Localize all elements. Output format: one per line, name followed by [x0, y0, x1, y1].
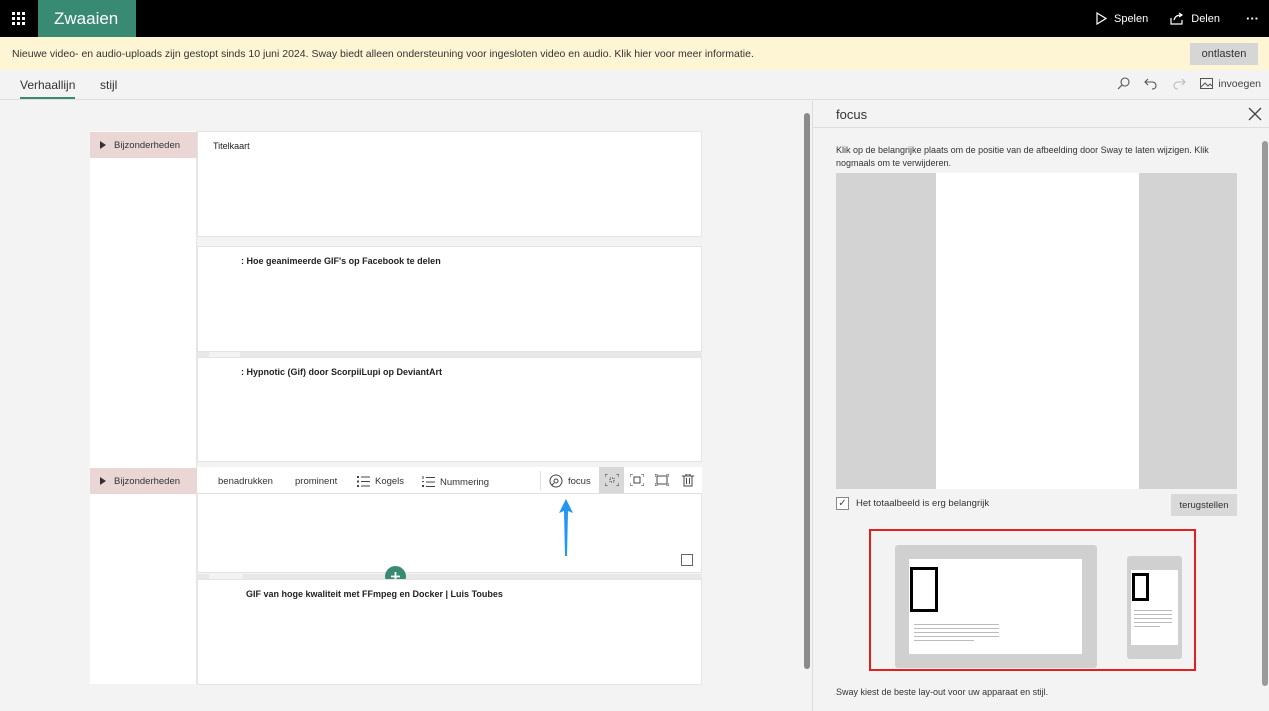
preview-image-frame: [910, 567, 938, 612]
embed-card-1-title: : Hoe geanimeerde GIF's op Facebook te d…: [241, 256, 441, 266]
section-heading-label: Bijzonderheden: [114, 475, 181, 487]
card-select-checkbox[interactable]: [681, 554, 693, 566]
whole-image-label: Het totaalbeeld is erg belangrijk: [856, 498, 990, 509]
trash-icon: [681, 473, 694, 486]
crop-focus-button[interactable]: [599, 467, 624, 493]
fit-button[interactable]: [624, 467, 649, 493]
arrow-annotation: [559, 499, 573, 556]
panel-header: focus: [813, 101, 1269, 128]
fit-icon: [629, 474, 644, 486]
card-left-column: [90, 131, 197, 684]
layout-preview: [869, 529, 1196, 671]
share-icon: [1170, 12, 1184, 25]
search-icon[interactable]: [1117, 77, 1130, 90]
numbered-list-icon: [422, 476, 435, 487]
title-card[interactable]: Titelkaart: [197, 131, 702, 237]
storyline-scrollbar[interactable]: [804, 113, 810, 669]
delete-button[interactable]: [675, 467, 700, 493]
focus-image[interactable]: [936, 173, 1139, 489]
numbering-label: Nummering: [440, 476, 490, 488]
expand-triangle-icon[interactable]: [100, 141, 106, 149]
image-icon: [1200, 78, 1214, 89]
numbering-button[interactable]: Nummering: [422, 476, 489, 488]
image-card[interactable]: [197, 494, 702, 573]
focus-panel: focus Klik op de belangrijke plaats om d…: [812, 101, 1269, 711]
play-button[interactable]: Spelen: [1096, 12, 1148, 25]
whole-image-important-option[interactable]: ✓ Het totaalbeeld is erg belangrijk: [836, 497, 989, 510]
storyline-canvas: Bijzonderheden Titelkaart : Hoe geanimee…: [0, 101, 812, 711]
whole-image-checkbox[interactable]: ✓: [836, 497, 849, 510]
card-toolbar: benadrukken prominent Kogels Nummering f…: [197, 467, 702, 494]
panel-title: focus: [836, 107, 868, 122]
section-heading-2[interactable]: Bijzonderheden: [90, 468, 197, 494]
focus-image-area[interactable]: [836, 173, 1237, 489]
focus-label: focus: [568, 475, 591, 487]
tab-bar: Verhaallijn stijl invoegen: [0, 70, 1269, 100]
insert-label: invoegen: [1218, 77, 1261, 90]
expand-triangle-icon[interactable]: [100, 477, 106, 485]
bullets-label: Kogels: [375, 476, 405, 487]
title-card-label: Titelkaart: [213, 141, 250, 151]
crop-icon: [604, 474, 619, 486]
desktop-preview: [895, 545, 1097, 668]
app-name[interactable]: Zwaaien: [38, 0, 136, 37]
top-bar: Zwaaien Spelen Delen ···: [0, 0, 1269, 37]
focus-icon: [549, 474, 563, 488]
banner-message[interactable]: Nieuwe video- en audio-uploads zijn gest…: [12, 48, 754, 60]
fill-button[interactable]: [649, 467, 674, 493]
embed-card-2-title: : Hypnotic (Gif) door ScorpiiLupi op Dev…: [241, 367, 442, 377]
dismiss-button[interactable]: ontlasten: [1190, 43, 1258, 65]
preview-image-frame: [1132, 573, 1149, 601]
share-label: Delen: [1191, 12, 1220, 25]
undo-icon[interactable]: [1144, 77, 1158, 90]
play-label: Spelen: [1113, 12, 1149, 25]
tab-storyline[interactable]: Verhaallijn: [20, 78, 76, 99]
embed-card-2[interactable]: : Hypnotic (Gif) door ScorpiiLupi op Dev…: [197, 357, 702, 462]
notification-banner: Nieuwe video- en audio-uploads zijn gest…: [0, 37, 1269, 70]
section-heading-label: Bijzonderheden: [114, 139, 181, 151]
section-heading-1[interactable]: Bijzonderheden: [90, 132, 197, 158]
prominent-button[interactable]: prominent: [295, 476, 337, 487]
bullets-button[interactable]: Kogels: [357, 476, 404, 487]
close-icon[interactable]: [1247, 106, 1263, 122]
app-launcher-icon[interactable]: [0, 0, 37, 37]
embed-card-3[interactable]: GIF van hoge kwaliteit met FFmpeg en Doc…: [197, 579, 702, 685]
fill-icon: [654, 474, 669, 486]
play-icon: [1096, 12, 1107, 25]
insert-button[interactable]: invoegen: [1200, 78, 1261, 90]
more-options-button[interactable]: ···: [1242, 11, 1259, 26]
emphasize-button[interactable]: benadrukken: [218, 476, 273, 487]
tab-style[interactable]: stijl: [100, 78, 117, 92]
reset-button[interactable]: terugstellen: [1171, 494, 1237, 516]
redo-icon[interactable]: [1172, 77, 1187, 90]
phone-preview: [1127, 556, 1182, 659]
embed-card-1[interactable]: : Hoe geanimeerde GIF's op Facebook te d…: [197, 246, 702, 352]
share-button[interactable]: Delen: [1170, 12, 1220, 25]
panel-footer: Sway kiest de beste lay-out voor uw appa…: [836, 687, 1049, 697]
panel-description: Klik op de belangrijke plaats om de posi…: [836, 145, 1209, 168]
embed-card-3-title: GIF van hoge kwaliteit met FFmpeg en Doc…: [246, 589, 503, 599]
bullet-list-icon: [357, 476, 370, 487]
focus-button[interactable]: focus: [549, 474, 591, 488]
toolbar-divider: [540, 471, 541, 490]
panel-scrollbar[interactable]: [1262, 141, 1268, 686]
